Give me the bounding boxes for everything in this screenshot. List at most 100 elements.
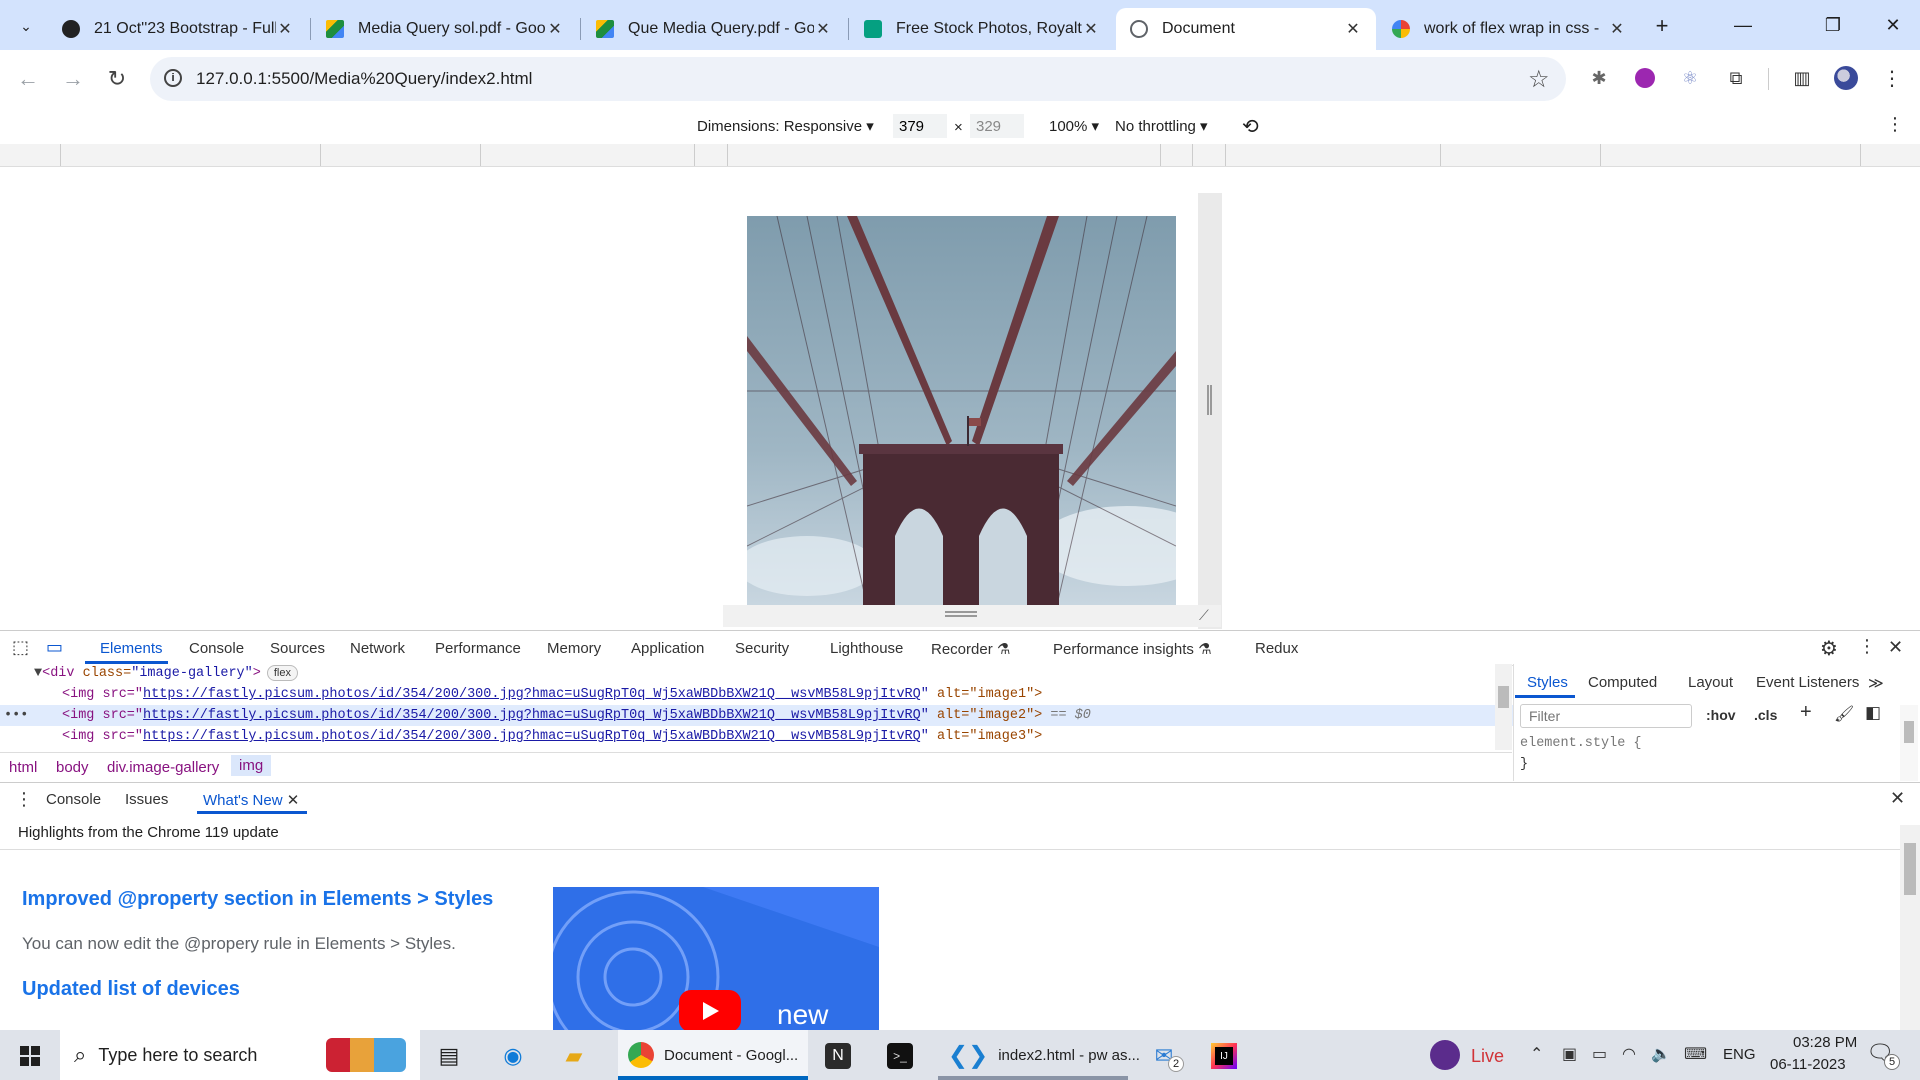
- styles-scrollbar[interactable]: [1900, 705, 1918, 781]
- tab-security[interactable]: Security: [735, 640, 789, 657]
- file-explorer-icon[interactable]: ▰: [558, 1040, 590, 1072]
- dom-node-img-2[interactable]: ••• <img src="https://fastly.picsum.phot…: [0, 705, 1560, 726]
- clock-time[interactable]: 03:28 PM: [1793, 1034, 1857, 1051]
- scroll-thumb[interactable]: [1498, 686, 1509, 708]
- play-button-icon[interactable]: [679, 990, 741, 1030]
- toggle-sidebar-icon[interactable]: ◧: [1865, 703, 1881, 723]
- tab-search-icon[interactable]: ⌄: [12, 12, 40, 40]
- flex-badge[interactable]: flex: [266, 665, 298, 681]
- tab-layout[interactable]: Layout: [1688, 674, 1733, 691]
- tab-redux[interactable]: Redux: [1255, 640, 1298, 657]
- rotate-icon[interactable]: ⟲: [1242, 114, 1259, 139]
- width-input[interactable]: [893, 114, 947, 138]
- hov-toggle[interactable]: :hov: [1706, 707, 1736, 723]
- taskbar-search[interactable]: ⌕ Type here to search: [60, 1030, 420, 1080]
- device-toggle-icon[interactable]: ▭: [46, 637, 63, 658]
- drawer-tab-whats-new[interactable]: What's New ✕: [203, 791, 299, 809]
- clock-date[interactable]: 06-11-2023: [1770, 1056, 1846, 1073]
- tab-performance-insights[interactable]: Performance insights ⚗: [1053, 640, 1212, 658]
- intellij-icon[interactable]: IJ: [1208, 1040, 1240, 1072]
- react-extension-icon[interactable]: ⚛: [1678, 66, 1702, 90]
- expand-triangle-icon[interactable]: ▼: [34, 666, 42, 681]
- drawer-scrollbar[interactable]: [1900, 825, 1920, 1030]
- tab-event-listeners[interactable]: Event Listeners: [1756, 674, 1859, 691]
- whats-new-video[interactable]: new: [553, 887, 879, 1030]
- terminal-icon[interactable]: >_: [884, 1040, 916, 1072]
- scroll-thumb[interactable]: [1904, 843, 1916, 895]
- purple-extension-icon[interactable]: [1633, 66, 1657, 90]
- inspect-element-icon[interactable]: ⬚: [12, 637, 29, 658]
- tab-memory[interactable]: Memory: [547, 640, 601, 657]
- tab-bootstrap[interactable]: 21 Oct''23 Bootstrap - Full ✕: [48, 8, 308, 50]
- media-query-bar[interactable]: [0, 144, 1920, 167]
- resize-handle-bottom[interactable]: ⟋: [723, 605, 1221, 627]
- notification-center-icon[interactable]: 🗨 5: [1866, 1040, 1900, 1070]
- edge-icon[interactable]: ◉: [497, 1040, 529, 1072]
- side-panel-icon[interactable]: ▥: [1790, 66, 1814, 90]
- element-style-rule[interactable]: element.style {: [1520, 736, 1642, 751]
- devtools-close-icon[interactable]: ✕: [1888, 637, 1903, 658]
- tab-styles[interactable]: Styles: [1527, 674, 1568, 691]
- meet-now-icon[interactable]: ▣: [1562, 1044, 1577, 1064]
- tab-free-stock-photos[interactable]: Free Stock Photos, Royalty ✕: [850, 8, 1114, 50]
- minimize-button[interactable]: —: [1723, 8, 1763, 42]
- new-style-rule-icon[interactable]: +: [1800, 701, 1812, 724]
- bookmark-star-icon[interactable]: ☆: [1528, 65, 1550, 94]
- devtools-more-icon[interactable]: ⋮: [1858, 636, 1876, 657]
- tab-application[interactable]: Application: [631, 640, 704, 657]
- tab-computed[interactable]: Computed: [1588, 674, 1657, 691]
- breadcrumb-img[interactable]: img: [231, 755, 272, 776]
- chrome-menu-icon[interactable]: ⋮: [1880, 66, 1904, 90]
- battery-icon[interactable]: ▭: [1592, 1044, 1607, 1064]
- language-indicator[interactable]: ENG: [1723, 1046, 1756, 1063]
- mail-icon[interactable]: ✉ 2: [1148, 1040, 1184, 1072]
- close-icon[interactable]: ✕: [814, 19, 832, 39]
- tab-network[interactable]: Network: [350, 640, 405, 657]
- forward-button[interactable]: →: [56, 62, 90, 96]
- tab-recorder[interactable]: Recorder ⚗: [931, 640, 1010, 658]
- tab-document[interactable]: Document ✕: [1116, 8, 1376, 50]
- restore-button[interactable]: ❐: [1813, 8, 1853, 42]
- close-icon[interactable]: ✕: [546, 19, 564, 39]
- extensions-puzzle-icon[interactable]: ⧉: [1724, 66, 1748, 90]
- styles-filter-input[interactable]: [1520, 704, 1692, 728]
- breadcrumb-body[interactable]: body: [56, 759, 89, 776]
- paint-brush-icon[interactable]: 🖌: [1834, 704, 1854, 724]
- heading-devices[interactable]: Updated list of devices: [22, 978, 240, 1001]
- volume-icon[interactable]: 🔈: [1651, 1044, 1671, 1064]
- taskbar-app-chrome[interactable]: Document - Googl...: [618, 1030, 808, 1080]
- dom-node-img-1[interactable]: <img src="https://fastly.picsum.photos/i…: [0, 684, 1560, 705]
- dom-node-image-gallery[interactable]: ▼<div class="image-gallery"> flex: [0, 663, 1532, 684]
- gallery-image[interactable]: [747, 216, 1176, 605]
- live-podcast-icon[interactable]: [1430, 1040, 1460, 1070]
- tab-performance[interactable]: Performance: [435, 640, 521, 657]
- scroll-thumb[interactable]: [1904, 721, 1914, 743]
- resize-handle-right[interactable]: [1207, 385, 1212, 415]
- taskbar-app-vscode[interactable]: ❮❯ index2.html - pw as...: [938, 1030, 1140, 1080]
- more-tabs-icon[interactable]: ≫: [1868, 674, 1884, 692]
- ellipsis-icon[interactable]: •••: [4, 705, 28, 726]
- close-icon[interactable]: ✕: [287, 792, 300, 809]
- back-button[interactable]: ←: [11, 62, 45, 96]
- task-view-icon[interactable]: ▤: [433, 1040, 465, 1072]
- resize-corner-icon[interactable]: ⟋: [1199, 607, 1209, 624]
- tab-media-query-sol[interactable]: Media Query sol.pdf - Goo ✕: [312, 8, 578, 50]
- keyboard-icon[interactable]: ⌨: [1684, 1044, 1707, 1064]
- tab-elements[interactable]: Elements: [100, 640, 163, 657]
- drawer-tab-issues[interactable]: Issues: [125, 791, 168, 808]
- dom-scrollbar[interactable]: [1495, 664, 1512, 750]
- close-icon[interactable]: ✕: [276, 19, 294, 39]
- reload-button[interactable]: ↻: [100, 62, 134, 96]
- bug-extension-icon[interactable]: ✱: [1587, 66, 1611, 90]
- dimensions-dropdown[interactable]: Dimensions: Responsive ▾: [697, 117, 874, 135]
- show-hidden-icons[interactable]: ⌃: [1530, 1044, 1543, 1064]
- tab-flex-wrap[interactable]: work of flex wrap in css - ✕: [1378, 8, 1640, 50]
- tab-que-media-query[interactable]: Que Media Query.pdf - Go ✕: [582, 8, 846, 50]
- device-more-icon[interactable]: ⋮: [1886, 114, 1904, 135]
- breadcrumb-html[interactable]: html: [9, 759, 37, 776]
- dom-node-img-3[interactable]: <img src="https://fastly.picsum.photos/i…: [0, 726, 1560, 747]
- close-icon[interactable]: ✕: [1608, 19, 1626, 39]
- live-label[interactable]: Live: [1471, 1046, 1504, 1067]
- drawer-close-icon[interactable]: ✕: [1890, 788, 1905, 809]
- tab-console[interactable]: Console: [189, 640, 244, 657]
